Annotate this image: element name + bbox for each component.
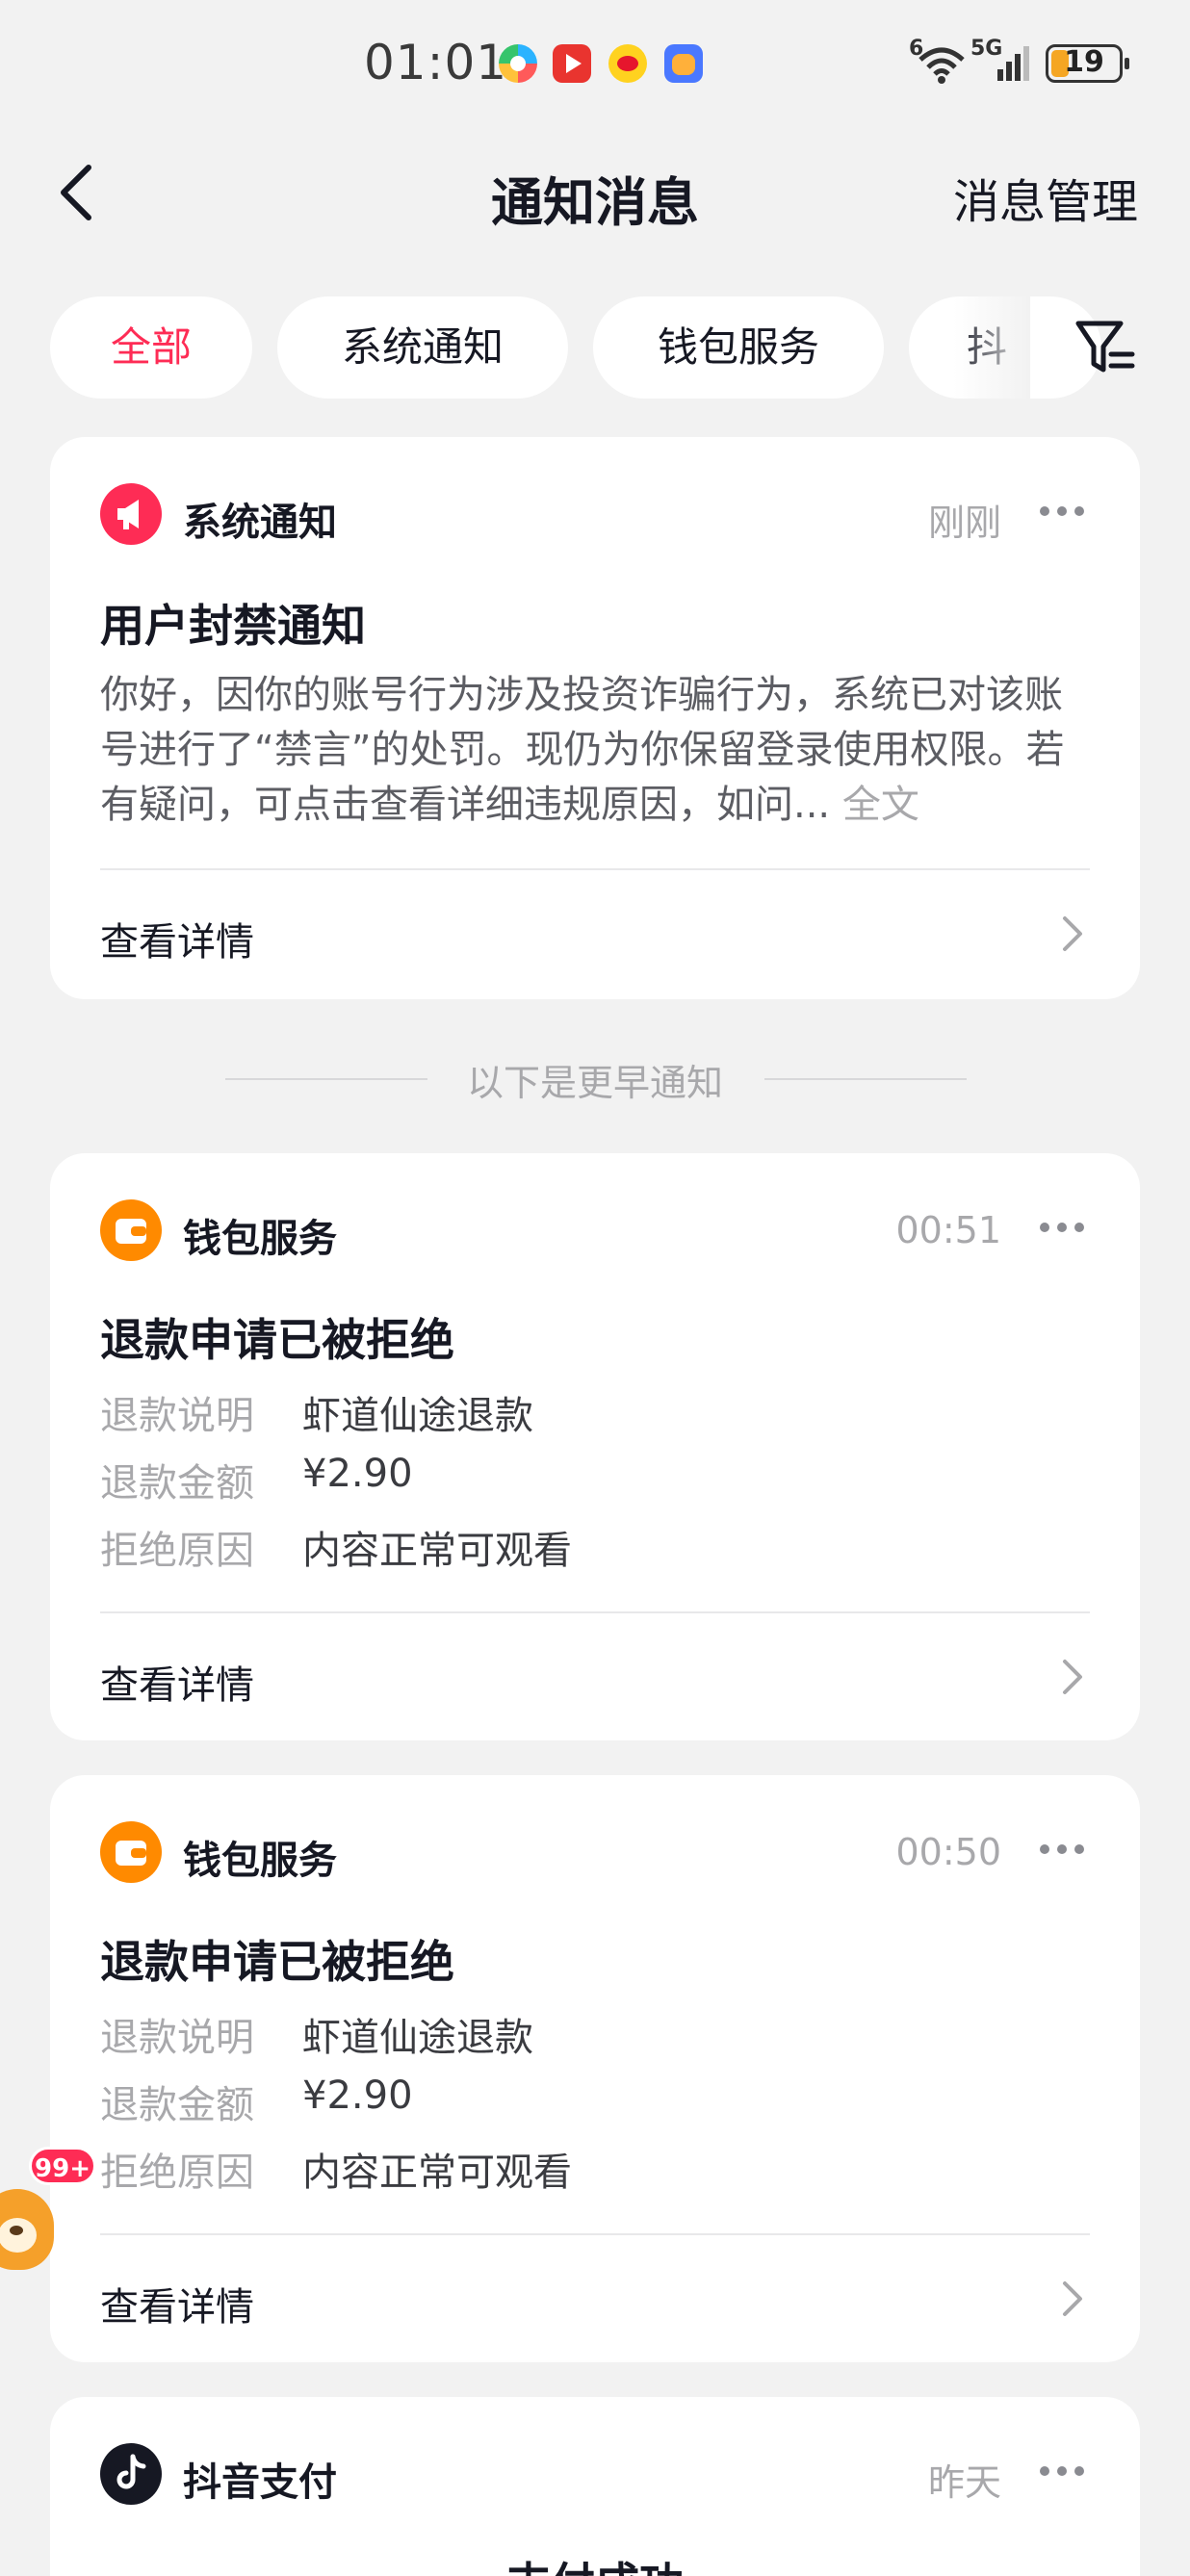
notification-card[interactable]: 钱包服务 00:50 退款申请已被拒绝 退款说明 虾道仙途退款 退款金额 ¥2.… (50, 1775, 1140, 2362)
chevron-right-icon (1063, 2281, 1082, 2316)
more-options-icon[interactable] (1040, 2466, 1084, 2480)
card-title: 退款申请已被拒绝 (100, 1314, 454, 1366)
kv-key: 退款金额 (100, 2083, 254, 2127)
wifi-icon: 6 (909, 37, 969, 89)
tab-system-notice[interactable]: 系统通知 (277, 296, 568, 399)
kv-key: 退款说明 (100, 1394, 254, 1438)
refund-note-row: 退款说明 虾道仙途退款 (100, 1384, 1090, 1442)
game-app-icon (664, 44, 703, 83)
cellular-signal-icon: 5G (970, 37, 1034, 89)
kv-key: 拒绝原因 (100, 1529, 254, 1573)
megaphone-icon (100, 483, 162, 545)
tiger-pet-icon (0, 2189, 54, 2270)
card-time: 昨天 (927, 2461, 1001, 2504)
more-options-icon[interactable] (1040, 1844, 1084, 1858)
card-title: 退款申请已被拒绝 (100, 1936, 454, 1988)
fulltext-link[interactable]: 全文 (842, 783, 919, 827)
earlier-separator: 以下是更早通知 (0, 1049, 1190, 1107)
card-time: 00:50 (895, 1831, 1001, 1873)
kv-value: ¥2.90 (302, 1452, 413, 1496)
separator-text: 以下是更早通知 (466, 1062, 723, 1104)
view-details-label: 查看详情 (100, 1663, 254, 1708)
wifi-label: 6 (909, 37, 924, 61)
kv-value: 内容正常可观看 (302, 1529, 572, 1573)
chevron-right-icon (1063, 1660, 1082, 1694)
status-clock: 01:01 (364, 35, 508, 90)
divider (100, 1611, 1090, 1613)
view-details-label: 查看详情 (100, 920, 254, 965)
tab-wallet-service[interactable]: 钱包服务 (593, 296, 884, 399)
more-options-icon[interactable] (1040, 1223, 1084, 1236)
card-body: 你好，因你的账号行为涉及投资诈骗行为，系统已对该账号进行了“禁言”的处罚。现仍为… (100, 668, 1090, 833)
kv-value: 虾道仙途退款 (302, 1394, 533, 1438)
unread-badge: 99+ (29, 2147, 96, 2185)
view-details-label: 查看详情 (100, 2285, 254, 2330)
card-time: 刚刚 (927, 502, 1001, 544)
view-details-row[interactable]: 查看详情 (100, 2260, 1090, 2337)
card-body-text: 你好，因你的账号行为涉及投资诈骗行为，系统已对该账号进行了“禁言”的处罚。现仍为… (100, 673, 1065, 827)
refund-amount-row: 退款金额 ¥2.90 (100, 1452, 1090, 1509)
notification-card[interactable]: 钱包服务 00:51 退款申请已被拒绝 退款说明 虾道仙途退款 退款金额 ¥2.… (50, 1153, 1140, 1740)
status-bar: 01:01 6 5G 19 (0, 0, 1190, 131)
filter-icon (1075, 321, 1135, 373)
card-title: 用户封禁通知 (100, 600, 366, 652)
wallet-icon (100, 1199, 162, 1261)
card-time: 00:51 (895, 1209, 1001, 1251)
kv-value: 内容正常可观看 (302, 2151, 572, 2195)
battery-icon: 19 (1046, 44, 1129, 83)
source-name: 系统通知 (183, 501, 337, 545)
source-name: 钱包服务 (183, 1839, 337, 1883)
weibo-icon (608, 44, 647, 83)
refund-note-row: 退款说明 虾道仙途退款 (100, 2006, 1090, 2064)
battery-level: 19 (1064, 45, 1104, 79)
message-manage-button[interactable]: 消息管理 (953, 164, 1138, 231)
kv-key: 拒绝原因 (100, 2151, 254, 2195)
notification-card[interactable]: 系统通知 刚刚 用户封禁通知 你好，因你的账号行为涉及投资诈骗行为，系统已对该账… (50, 437, 1140, 999)
kv-value: ¥2.90 (302, 2074, 413, 2118)
floating-pet-widget[interactable]: 99+ (0, 2147, 106, 2291)
refund-amount-row: 退款金额 ¥2.90 (100, 2074, 1090, 2131)
chevron-right-icon (1063, 916, 1082, 951)
notification-card[interactable]: 抖音支付 昨天 支付成功 (50, 2397, 1140, 2576)
view-details-row[interactable]: 查看详情 (100, 1638, 1090, 1715)
filter-tabs: 全部 系统通知 钱包服务 抖 (0, 296, 1190, 399)
cell-label: 5G (970, 37, 1003, 61)
more-options-icon[interactable] (1040, 506, 1084, 520)
filter-button[interactable] (1073, 316, 1136, 379)
tab-all[interactable]: 全部 (50, 296, 252, 399)
kv-key: 退款说明 (100, 2016, 254, 2060)
kv-value: 虾道仙途退款 (302, 2016, 533, 2060)
kv-key: 退款金额 (100, 1461, 254, 1506)
reject-reason-row: 拒绝原因 内容正常可观看 (100, 2141, 1090, 2199)
card-title: 支付成功 (50, 2549, 1140, 2576)
source-name: 抖音支付 (183, 2460, 337, 2505)
source-name: 钱包服务 (183, 1217, 337, 1261)
douyin-logo-icon (100, 2443, 162, 2505)
header: 通知消息 消息管理 (0, 144, 1190, 241)
reject-reason-row: 拒绝原因 内容正常可观看 (100, 1519, 1090, 1577)
divider (100, 2233, 1090, 2235)
wallet-icon (100, 1821, 162, 1883)
divider (100, 868, 1090, 870)
app-notification-icon (499, 44, 537, 83)
video-app-icon (553, 44, 591, 83)
view-details-row[interactable]: 查看详情 (100, 895, 1090, 972)
